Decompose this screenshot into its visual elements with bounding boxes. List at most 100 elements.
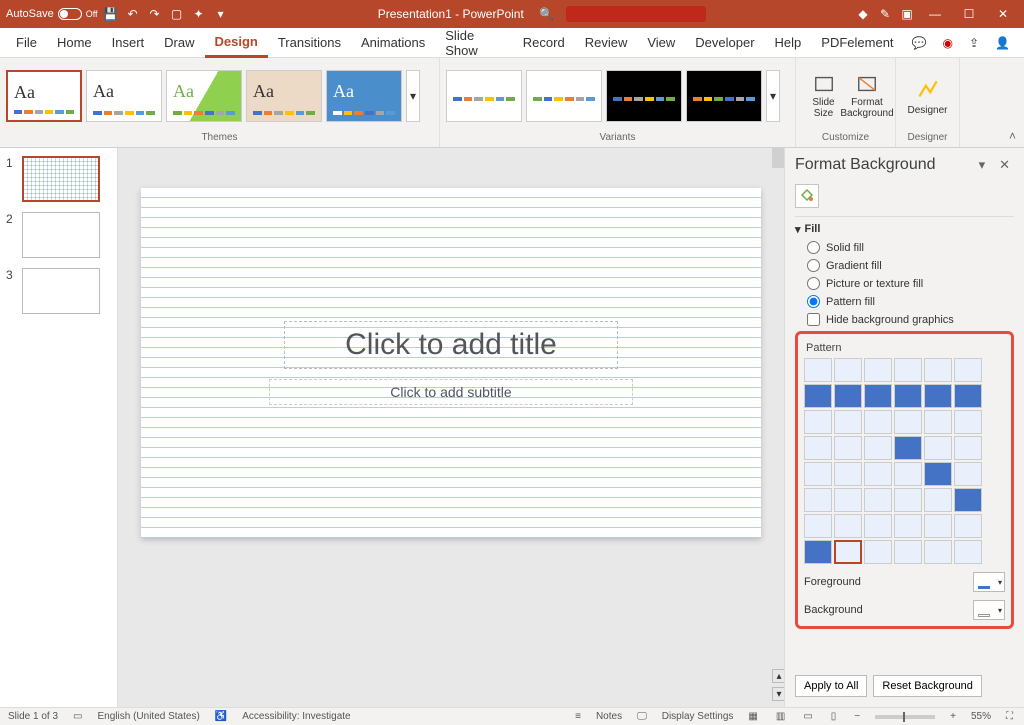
slide-thumb-3[interactable]: 3 (6, 268, 111, 314)
pattern-swatch[interactable] (954, 488, 982, 512)
fill-tab-icon[interactable] (795, 184, 819, 208)
pattern-swatch[interactable] (894, 488, 922, 512)
tab-design[interactable]: Design (205, 28, 268, 58)
pane-options-icon[interactable]: ▾ (975, 157, 990, 173)
normal-view-icon[interactable]: ▦ (745, 711, 760, 722)
comments-icon[interactable]: 💬 (904, 28, 935, 58)
pattern-fill-radio[interactable]: Pattern fill (807, 295, 1014, 308)
pattern-swatch[interactable] (954, 462, 982, 486)
zoom-in-icon[interactable]: + (947, 711, 959, 722)
pattern-swatch[interactable] (834, 540, 862, 564)
pattern-swatch[interactable] (954, 384, 982, 408)
tab-transitions[interactable]: Transitions (268, 28, 351, 58)
slideshow-view-icon[interactable]: ▯ (828, 711, 840, 722)
pattern-swatch[interactable] (924, 358, 952, 382)
pattern-swatch[interactable] (864, 436, 892, 460)
redo-icon[interactable]: ↷ (146, 5, 164, 23)
diamond-icon[interactable]: ◆ (854, 5, 872, 23)
pattern-swatch[interactable] (834, 358, 862, 382)
pattern-swatch[interactable] (954, 358, 982, 382)
pattern-swatch[interactable] (804, 488, 832, 512)
reading-view-icon[interactable]: ▭ (800, 711, 815, 722)
pane-close-icon[interactable]: ✕ (995, 157, 1014, 173)
pattern-swatch[interactable] (804, 462, 832, 486)
close-button[interactable]: ✕ (988, 0, 1018, 28)
undo-icon[interactable]: ↶ (124, 5, 142, 23)
pattern-swatch[interactable] (864, 540, 892, 564)
pattern-swatch[interactable] (804, 540, 832, 564)
pattern-swatch[interactable] (804, 514, 832, 538)
tab-developer[interactable]: Developer (685, 28, 764, 58)
tab-slideshow[interactable]: Slide Show (435, 28, 513, 58)
background-color-button[interactable] (973, 600, 1005, 620)
tab-draw[interactable]: Draw (154, 28, 204, 58)
next-slide-icon[interactable]: ▾ (772, 687, 784, 701)
pattern-swatch[interactable] (924, 436, 952, 460)
picture-fill-radio[interactable]: Picture or texture fill (807, 277, 1014, 290)
account-icon[interactable]: 👤 (987, 28, 1018, 58)
pattern-swatch[interactable] (924, 540, 952, 564)
tab-animations[interactable]: Animations (351, 28, 435, 58)
pattern-swatch[interactable] (864, 462, 892, 486)
zoom-slider[interactable] (875, 715, 935, 719)
minimize-button[interactable]: — (920, 0, 950, 28)
prev-slide-icon[interactable]: ▴ (772, 669, 784, 683)
pattern-swatch[interactable] (864, 358, 892, 382)
slide-canvas[interactable]: Click to add title Click to add subtitle (141, 188, 761, 538)
pattern-swatch[interactable] (894, 514, 922, 538)
pattern-swatch[interactable] (804, 358, 832, 382)
tab-help[interactable]: Help (765, 28, 812, 58)
slide-thumb-2[interactable]: 2 (6, 212, 111, 258)
tools-icon[interactable]: ✦ (190, 5, 208, 23)
pattern-swatch[interactable] (864, 410, 892, 434)
pattern-swatch[interactable] (864, 488, 892, 512)
pattern-swatch[interactable] (924, 462, 952, 486)
pattern-swatch[interactable] (894, 358, 922, 382)
pattern-swatch[interactable] (834, 410, 862, 434)
pattern-swatch[interactable] (924, 384, 952, 408)
maximize-button[interactable]: ☐ (954, 0, 984, 28)
display-icon[interactable]: 🖵 (634, 711, 650, 722)
format-background-button[interactable]: Format Background (845, 62, 889, 130)
language-label[interactable]: English (United States) (98, 711, 200, 722)
pattern-swatch[interactable] (864, 514, 892, 538)
pattern-swatch[interactable] (954, 540, 982, 564)
pattern-swatch[interactable] (834, 488, 862, 512)
window-icon[interactable]: ▣ (898, 5, 916, 23)
pattern-swatch[interactable] (924, 488, 952, 512)
qat-more-icon[interactable]: ▾ (212, 5, 230, 23)
search-icon[interactable]: 🔍 (538, 5, 556, 23)
pattern-swatch[interactable] (804, 384, 832, 408)
slide-thumb-1[interactable]: 1 (6, 156, 111, 202)
theme-2[interactable]: Aa (86, 70, 162, 122)
tab-pdfelement[interactable]: PDFelement (811, 28, 903, 58)
pattern-swatch[interactable] (804, 436, 832, 460)
theme-5[interactable]: Aa (326, 70, 402, 122)
pattern-swatch[interactable] (834, 514, 862, 538)
foreground-color-button[interactable] (973, 572, 1005, 592)
pattern-swatch[interactable] (894, 384, 922, 408)
pattern-swatch[interactable] (834, 462, 862, 486)
variant-4[interactable] (686, 70, 762, 122)
solid-fill-radio[interactable]: Solid fill (807, 241, 1014, 254)
pattern-swatch[interactable] (954, 410, 982, 434)
pattern-swatch[interactable] (834, 436, 862, 460)
tab-record[interactable]: Record (513, 28, 575, 58)
pattern-swatch[interactable] (864, 384, 892, 408)
spell-icon[interactable]: ▭ (70, 711, 85, 722)
apply-all-button[interactable]: Apply to All (795, 675, 867, 697)
variant-1[interactable] (446, 70, 522, 122)
accessibility-icon[interactable]: ♿ (212, 711, 230, 722)
pattern-swatch[interactable] (954, 514, 982, 538)
pattern-swatch[interactable] (954, 436, 982, 460)
reset-background-button[interactable]: Reset Background (873, 675, 982, 697)
variant-2[interactable] (526, 70, 602, 122)
accessibility-label[interactable]: Accessibility: Investigate (242, 711, 350, 722)
pattern-swatch[interactable] (894, 540, 922, 564)
tab-review[interactable]: Review (575, 28, 638, 58)
designer-button[interactable]: Designer (902, 62, 953, 130)
zoom-out-icon[interactable]: − (851, 711, 863, 722)
pattern-swatch[interactable] (924, 410, 952, 434)
fill-section-header[interactable]: ▾Fill (795, 223, 1014, 236)
notes-icon[interactable]: ≡ (572, 711, 584, 722)
